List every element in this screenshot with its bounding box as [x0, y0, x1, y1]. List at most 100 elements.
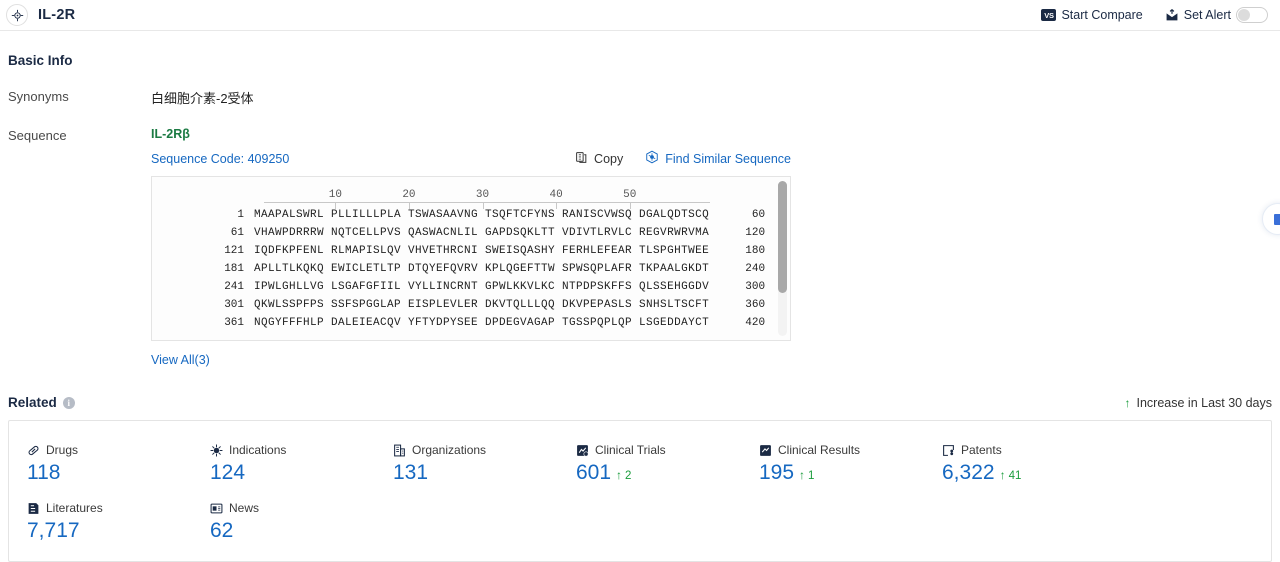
tile-label: News	[229, 501, 260, 515]
copy-button[interactable]: Copy	[575, 151, 623, 167]
ruler-tick	[629, 203, 631, 209]
side-panel-icon	[1274, 213, 1280, 225]
sequence-row-start: 121	[224, 245, 244, 257]
page-content: Basic Info Synonyms 白细胞介素-2受体 Sequence I…	[0, 53, 1280, 562]
tile-label: Patents	[961, 443, 1002, 457]
sequence-scrollbar[interactable]	[778, 181, 787, 336]
tile-label: Literatures	[46, 501, 103, 515]
tile-head: Patents	[942, 443, 1107, 457]
ruler-tick-label: 20	[402, 189, 416, 201]
ruler-tick-label: 10	[328, 189, 342, 201]
sequence-row-end: 240	[745, 263, 766, 275]
view-all-link[interactable]: View All(3)	[151, 353, 210, 367]
set-alert-toggle[interactable]	[1236, 7, 1268, 23]
sequence-block: IL-2Rβ Sequence Code: 409250 Copy Find S…	[151, 127, 1272, 341]
tile-delta-value: 1	[808, 470, 815, 482]
tile-label: Indications	[229, 443, 287, 457]
sequence-row-residues: VHAWPDRRRW NQTCELLPVS QASWACNLIL GAPDSQK…	[254, 227, 710, 239]
info-row-sequence: Sequence IL-2Rβ Sequence Code: 409250 Co…	[8, 127, 1272, 341]
sequence-row: 361 NQGYFFFHLP DALEIEACQV YFTYDPYSEE DPD…	[152, 317, 790, 335]
copy-icon	[575, 151, 588, 167]
sequence-row-end: 180	[745, 245, 766, 257]
increase-legend-label: Increase in Last 30 days	[1136, 395, 1273, 410]
sequence-row: 121 IQDFKPFENL RLMAPISLQV VHVETHRCNI SWE…	[152, 245, 790, 263]
tile-head: Indications	[210, 443, 375, 457]
target-crosshair-icon	[6, 4, 28, 26]
sequence-row-residues: MAAPALSWRL PLLILLLPLA TSWASAAVNG TSQFTCF…	[254, 209, 710, 221]
ruler-tick	[335, 203, 337, 209]
increase-legend: ↑ Increase in Last 30 days	[1125, 396, 1273, 410]
sequence-row-end: 300	[745, 281, 766, 293]
info-icon[interactable]: i	[62, 396, 75, 409]
tile-delta: ↑ 2	[616, 468, 631, 482]
sequence-row-end: 420	[745, 317, 766, 329]
alert-bell-icon	[1165, 8, 1179, 22]
sequence-tools: Copy Find Similar Sequence	[575, 150, 791, 167]
clinical-trial-icon	[576, 444, 589, 457]
sequence-toolbar: Sequence Code: 409250 Copy Find Similar …	[151, 150, 791, 167]
ruler-tick	[556, 203, 558, 209]
tile-label: Drugs	[46, 443, 79, 457]
clinical-result-icon	[759, 444, 772, 457]
related-tile-literatures[interactable]: Literatures 7,717	[9, 493, 192, 551]
sequence-code[interactable]: Sequence Code: 409250	[151, 152, 289, 166]
tile-delta-value: 41	[1008, 470, 1022, 482]
tile-value: 7,717	[27, 519, 192, 543]
set-alert-control[interactable]: Set Alert	[1165, 7, 1268, 23]
info-row-synonyms: Synonyms 白细胞介素-2受体	[8, 88, 1272, 107]
related-heading: Related	[8, 395, 57, 410]
synonyms-label: Synonyms	[8, 89, 69, 104]
ruler-tick	[482, 203, 484, 209]
news-icon	[210, 502, 223, 515]
sequence-ruler: 10 20 30 40 50	[264, 185, 710, 209]
tile-number: 601	[576, 461, 612, 484]
up-arrow-icon: ↑	[1124, 395, 1131, 410]
related-tile-indications[interactable]: Indications 124	[192, 435, 375, 493]
sequence-row: 181 APLLTLKQKQ EWICLETLTP DTQYEFQVRV KPL…	[152, 263, 790, 281]
tile-delta: ↑ 41	[1000, 468, 1022, 482]
virus-icon	[210, 444, 223, 457]
sequence-row: 1 MAAPALSWRL PLLILLLPLA TSWASAAVNG TSQFT…	[152, 209, 790, 227]
tile-value: 62	[210, 519, 375, 543]
related-tile-drugs[interactable]: Drugs 118	[9, 435, 192, 493]
find-similar-label: Find Similar Sequence	[665, 151, 791, 166]
related-tile-organizations[interactable]: Organizations 131	[375, 435, 558, 493]
sequence-viewer-inner: 10 20 30 40 50 1 MAAPALSWRL PLLILLLPLA T	[152, 177, 790, 335]
sequence-row-start: 181	[224, 263, 244, 275]
sequence-scrollbar-thumb[interactable]	[778, 181, 787, 293]
related-tile-news[interactable]: News 62	[192, 493, 375, 551]
sequence-row-residues: APLLTLKQKQ EWICLETLTP DTQYEFQVRV KPLQGEF…	[254, 263, 710, 275]
page-title: IL-2R	[38, 7, 76, 23]
tile-value: 124	[210, 461, 375, 485]
sequence-row-residues: IQDFKPFENL RLMAPISLQV VHVETHRCNI SWEISQA…	[254, 245, 710, 257]
related-tile-patents[interactable]: Patents 6,322 ↑ 41	[924, 435, 1107, 493]
sequence-row-start: 1	[237, 209, 244, 221]
tile-number: 7,717	[27, 519, 80, 542]
sequence-row-end: 360	[745, 299, 766, 311]
start-compare-button[interactable]: VS Start Compare	[1041, 8, 1143, 22]
tile-number: 124	[210, 461, 246, 484]
related-tile-clinical-results[interactable]: Clinical Results 195 ↑ 1	[741, 435, 924, 493]
tile-head: Organizations	[393, 443, 558, 457]
tile-head: Literatures	[27, 501, 192, 515]
tile-label: Clinical Trials	[595, 443, 666, 457]
sequence-row-start: 301	[224, 299, 244, 311]
tile-number: 6,322	[942, 461, 995, 484]
sequence-label: Sequence	[8, 128, 67, 143]
sequence-row-end: 60	[751, 209, 766, 221]
literature-icon	[27, 502, 40, 515]
start-compare-label: Start Compare	[1061, 8, 1143, 22]
sequence-viewer[interactable]: 10 20 30 40 50 1 MAAPALSWRL PLLILLLPLA T	[151, 176, 791, 341]
synonyms-value: 白细胞介素-2受体	[151, 91, 254, 106]
up-arrow-icon: ↑	[616, 468, 623, 482]
basic-info-heading: Basic Info	[8, 53, 73, 68]
related-tile-clinical-trials[interactable]: Clinical Trials 601 ↑ 2	[558, 435, 741, 493]
find-similar-icon	[645, 150, 659, 167]
related-tiles: Drugs 118 Indications 124 Organizations …	[9, 435, 1271, 551]
header-actions: VS Start Compare Set Alert	[1041, 7, 1272, 23]
tile-delta-value: 2	[625, 470, 632, 482]
find-similar-sequence-button[interactable]: Find Similar Sequence	[645, 150, 791, 167]
sequence-row: 301 QKWLSSPFPS SSFSPGGLAP EISPLEVLER DKV…	[152, 299, 790, 317]
building-icon	[393, 444, 406, 457]
tile-value: 118	[27, 461, 192, 485]
